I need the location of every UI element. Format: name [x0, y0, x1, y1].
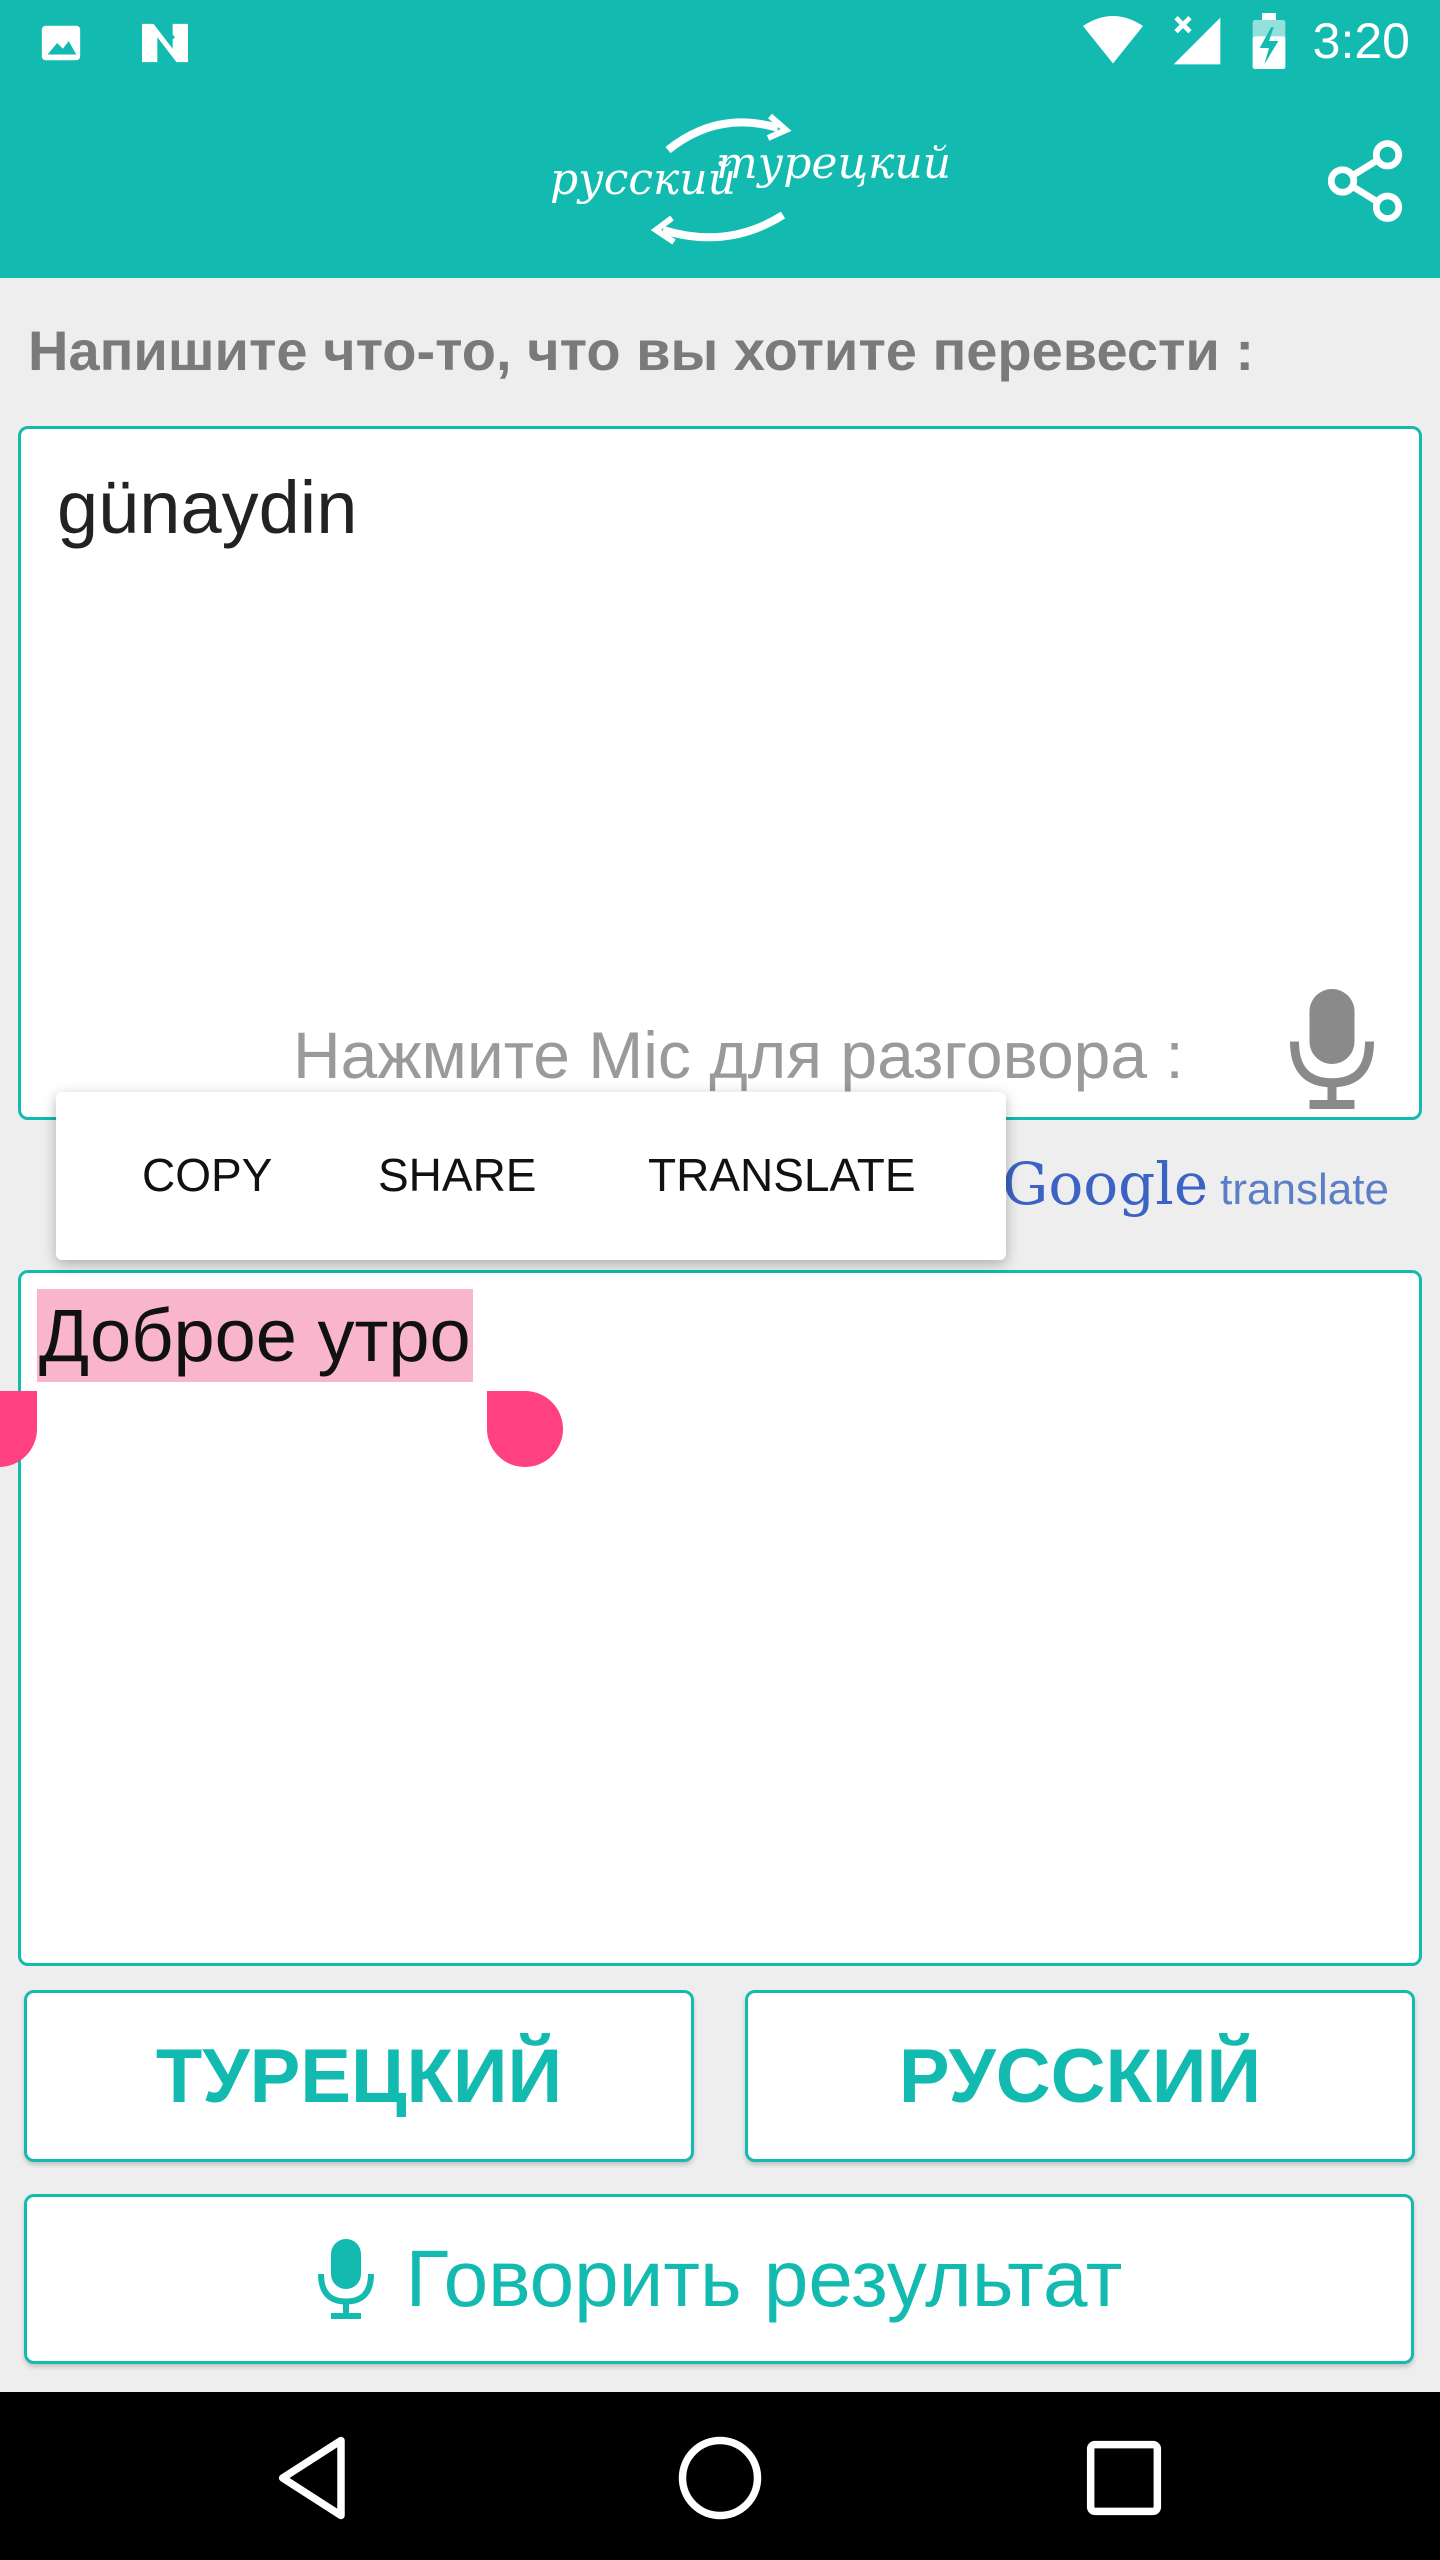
menu-copy[interactable]: COPY: [142, 1148, 272, 1202]
google-logo: Google: [1002, 1150, 1209, 1218]
speak-result-button[interactable]: Говорить результат: [24, 2194, 1414, 2364]
back-icon[interactable]: [266, 2428, 366, 2528]
selection-handle-start[interactable]: [0, 1391, 37, 1467]
home-icon[interactable]: [670, 2428, 770, 2528]
signal-icon: [1173, 16, 1221, 65]
translation-output[interactable]: Доброе утро: [0, 1270, 1422, 1966]
turkish-button[interactable]: ТУРЕЦКИЙ: [24, 1990, 694, 2162]
menu-translate[interactable]: TRANSLATE: [648, 1148, 916, 1202]
source-text-value[interactable]: günaydin: [57, 465, 357, 550]
logo-text-turkish: турецкий: [716, 138, 952, 189]
text-selection-menu: COPY SHARE TRANSLATE: [56, 1092, 1006, 1260]
share-icon[interactable]: [1320, 136, 1410, 226]
selection-handle-end[interactable]: [487, 1391, 563, 1467]
speak-result-label: Говорить результат: [405, 2234, 1123, 2323]
screen: 3:20 русский турецкий Напишите что-то, ч…: [0, 0, 1440, 2560]
battery-charging-icon: [1252, 13, 1286, 69]
google-translate-credit: Google translate: [1002, 1150, 1402, 1230]
translate-label: translate: [1220, 1165, 1389, 1214]
microphone-icon: [317, 2239, 374, 2319]
recents-icon[interactable]: [1074, 2428, 1174, 2528]
menu-share[interactable]: SHARE: [378, 1148, 536, 1202]
image-icon: [41, 25, 81, 61]
russian-button[interactable]: РУССКИЙ: [745, 1990, 1415, 2162]
source-text-input[interactable]: günaydin Нажмите Mic для разговора :: [18, 426, 1422, 1120]
navigation-bar: [0, 2392, 1440, 2560]
mic-hint: Нажмите Mic для разговора :: [293, 1018, 1184, 1092]
translation-selected-text[interactable]: Доброе утро: [37, 1289, 473, 1382]
app-logo: русский турецкий: [548, 110, 951, 250]
status-bar: 3:20: [0, 0, 1440, 84]
logo-text-russian: русский: [550, 154, 736, 205]
wifi-icon: [1082, 16, 1143, 64]
input-prompt: Напишите что-то, что вы хотите перевести…: [28, 319, 1255, 382]
status-time: 3:20: [1312, 13, 1410, 69]
microphone-icon[interactable]: [1287, 989, 1377, 1109]
n-badge-icon: [142, 22, 188, 63]
